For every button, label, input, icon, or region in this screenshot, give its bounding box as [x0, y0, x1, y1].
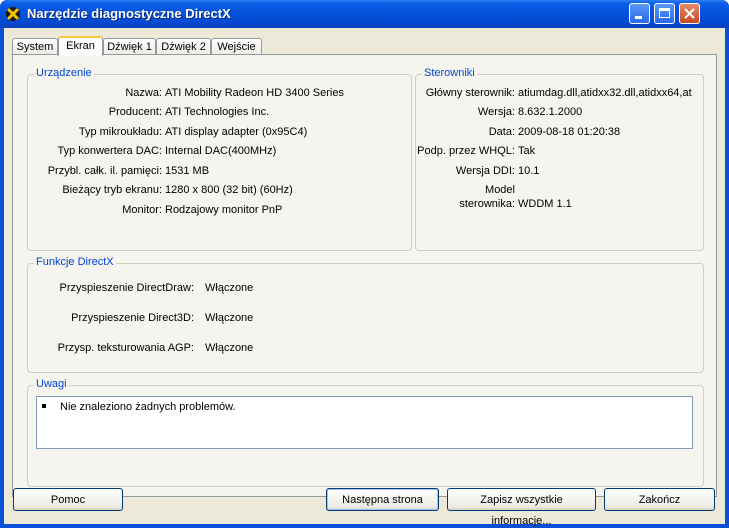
dialog-client-area: System Ekran Dźwięk 1 Dźwięk 2 Wejście U… [4, 28, 725, 527]
directx-feature-value: Włączone [205, 342, 254, 354]
device-label: Typ mikroukładu: [78, 126, 162, 138]
device-label: Przybl. całk. il. pamięci: [47, 165, 162, 177]
help-button[interactable]: Pomoc [13, 488, 123, 511]
device-row: Przybl. całk. il. pamięci: 1531 MB [28, 165, 411, 179]
device-label: Nazwa: [125, 87, 162, 99]
notes-group-title: Uwagi [34, 378, 69, 390]
directx-feature-value: Włączone [205, 312, 254, 324]
driver-row: Data: 2009-08-18 01:20:38 [416, 126, 703, 140]
device-value: 1531 MB [165, 165, 210, 177]
device-value: Rodzajowy monitor PnP [165, 204, 283, 216]
directx-feature-label: Przysp. teksturowania AGP: [57, 342, 194, 354]
tab-ekran[interactable]: Ekran [58, 36, 103, 56]
exit-button[interactable]: Zakończ [604, 488, 715, 511]
directx-logo-icon [6, 7, 20, 21]
device-value: ATI display adapter (0x95C4) [165, 126, 308, 138]
driver-row: Wersja DDI: 10.1 [416, 165, 703, 179]
driver-label: Wersja DDI: [455, 165, 515, 177]
device-row: Typ mikroukładu: ATI display adapter (0x… [28, 126, 411, 140]
directx-feature-row: Przyspieszenie DirectDraw: Włączone [28, 282, 703, 296]
minimize-icon [635, 16, 642, 19]
directx-feature-label: Przyspieszenie Direct3D: [71, 312, 194, 324]
driver-model-value: WDDM 1.1 [518, 198, 572, 210]
driver-row: Podp. przez WHQL: Tak [416, 145, 703, 159]
close-button[interactable] [679, 3, 700, 24]
device-value: ATI Technologies Inc. [165, 106, 270, 118]
tab-wejscie[interactable]: Wejście [211, 38, 262, 55]
tab-panel-ekran: Urządzenie Nazwa: ATI Mobility Radeon HD… [12, 54, 717, 497]
device-group: Urządzenie Nazwa: ATI Mobility Radeon HD… [27, 67, 412, 251]
driver-value: Tak [518, 145, 536, 157]
device-label: Monitor: [122, 204, 162, 216]
tab-dzwiek-2[interactable]: Dźwięk 2 [156, 38, 211, 55]
tab-dzwiek-1[interactable]: Dźwięk 1 [103, 38, 156, 55]
directx-feature-label: Przyspieszenie DirectDraw: [59, 282, 194, 294]
directx-diagnostic-window: Narzędzie diagnostyczne DirectX System E… [0, 0, 729, 528]
driver-label: Wersja: [477, 106, 515, 118]
directx-feature-value: Włączone [205, 282, 254, 294]
title-bar[interactable]: Narzędzie diagnostyczne DirectX [0, 0, 729, 28]
driver-value: atiumdag.dll,atidxx32.dll,atidxx64,at [518, 87, 692, 99]
device-value: 1280 x 800 (32 bit) (60Hz) [165, 184, 293, 196]
device-value: Internal DAC(400MHz) [165, 145, 277, 157]
driver-model-label-line2: sterownika: [459, 198, 515, 210]
device-row: Monitor: Rodzajowy monitor PnP [28, 204, 411, 218]
device-label: Bieżący tryb ekranu: [62, 184, 162, 196]
driver-value: 8.632.1.2000 [518, 106, 583, 118]
drivers-group: Sterowniki Główny sterownik: atiumdag.dl… [415, 67, 704, 251]
device-row: Typ konwertera DAC: Internal DAC(400MHz) [28, 145, 411, 159]
device-value: ATI Mobility Radeon HD 3400 Series [165, 87, 344, 99]
driver-model-label-row: Model [416, 184, 703, 198]
device-label: Typ konwertera DAC: [57, 145, 162, 157]
maximize-icon [659, 8, 670, 18]
driver-row: Wersja: 8.632.1.2000 [416, 106, 703, 120]
driver-model-label-line1: Model [485, 184, 515, 196]
window-title: Narzędzie diagnostyczne DirectX [27, 6, 231, 21]
notes-textbox[interactable]: Nie znaleziono żadnych problemów. [36, 396, 693, 449]
device-row: Bieżący tryb ekranu: 1280 x 800 (32 bit)… [28, 184, 411, 198]
drivers-group-title: Sterowniki [422, 67, 477, 79]
notes-group: Uwagi Nie znaleziono żadnych problemów. [27, 378, 704, 487]
driver-label: Podp. przez WHQL: [417, 145, 515, 157]
save-all-info-button[interactable]: Zapisz wszystkie informacje... [447, 488, 596, 527]
maximize-button[interactable] [654, 3, 675, 24]
directx-feature-row: Przyspieszenie Direct3D: Włączone [28, 312, 703, 326]
driver-row: Główny sterownik: atiumdag.dll,atidxx32.… [416, 87, 703, 101]
driver-label: Główny sterownik: [425, 87, 515, 99]
directx-features-title: Funkcje DirectX [34, 256, 116, 268]
minimize-button[interactable] [629, 3, 650, 24]
note-text: Nie znaleziono żadnych problemów. [60, 401, 236, 413]
device-row: Nazwa: ATI Mobility Radeon HD 3400 Serie… [28, 87, 411, 101]
device-row: Producent: ATI Technologies Inc. [28, 106, 411, 120]
device-group-title: Urządzenie [34, 67, 94, 79]
list-item: Nie znaleziono żadnych problemów. [40, 401, 236, 413]
tab-system[interactable]: System [12, 38, 58, 55]
driver-label: Data: [488, 126, 515, 138]
driver-value: 2009-08-18 01:20:38 [518, 126, 621, 138]
directx-features-group: Funkcje DirectX Przyspieszenie DirectDra… [27, 256, 704, 373]
directx-feature-row: Przysp. teksturowania AGP: Włączone [28, 342, 703, 356]
driver-model-row: sterownika: WDDM 1.1 [416, 198, 703, 212]
next-page-button[interactable]: Następna strona [326, 488, 439, 511]
bullet-icon [42, 404, 46, 408]
device-label: Producent: [108, 106, 162, 118]
driver-value: 10.1 [518, 165, 540, 177]
close-icon [684, 8, 695, 19]
